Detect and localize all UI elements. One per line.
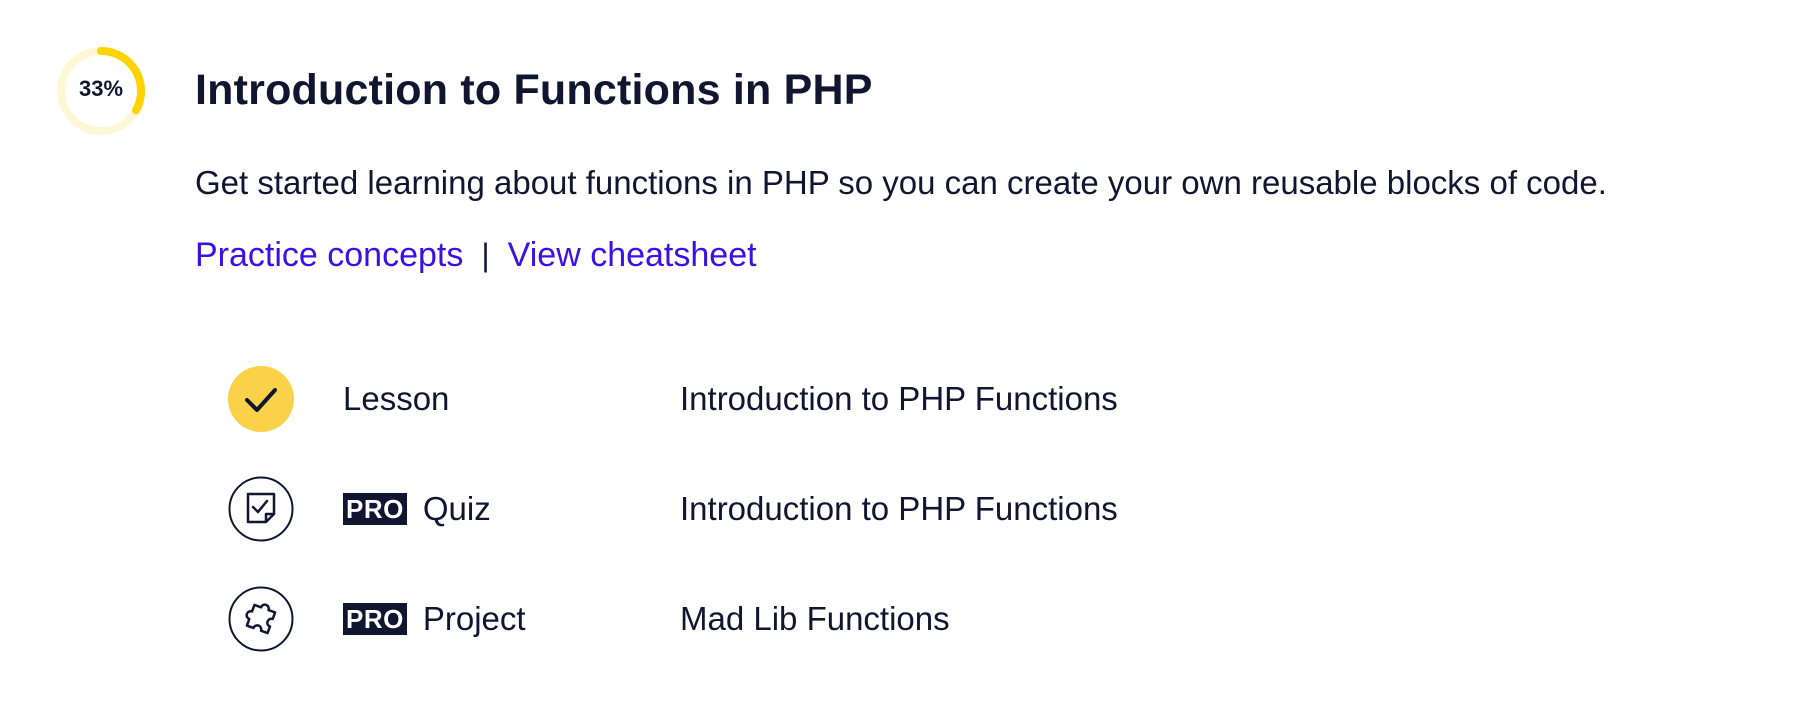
module-links: Practice concepts | View cheatsheet — [195, 236, 757, 275]
module-title: Introduction to Functions in PHP — [195, 66, 873, 114]
module-description: Get started learning about functions in … — [195, 164, 1607, 201]
view-cheatsheet-link[interactable]: View cheatsheet — [508, 236, 757, 275]
practice-concepts-link[interactable]: Practice concepts — [195, 236, 463, 275]
progress-ring: 33% — [56, 46, 146, 136]
item-type-label: Quiz — [422, 490, 491, 527]
item-type-label: Project — [422, 600, 526, 637]
puzzle-icon — [228, 586, 294, 652]
progress-percent: 33% — [78, 76, 124, 101]
pro-badge: PRO — [343, 493, 407, 525]
item-title: Introduction to PHP Functions — [680, 490, 1118, 527]
content-item-lesson[interactable]: Lesson Introduction to PHP Functions — [228, 366, 1628, 432]
quiz-icon — [228, 476, 294, 542]
item-type: PRO Project — [343, 586, 526, 652]
checkmark-icon — [228, 366, 294, 432]
module-card: 33% Introduction to Functions in PHP Get… — [0, 0, 1814, 712]
item-type-label: Lesson — [343, 380, 450, 417]
item-type: Lesson — [343, 366, 449, 432]
content-item-project[interactable]: PRO Project Mad Lib Functions — [228, 586, 1628, 652]
content-item-quiz[interactable]: PRO Quiz Introduction to PHP Functions — [228, 476, 1628, 542]
item-title: Mad Lib Functions — [680, 600, 950, 637]
link-separator: | — [481, 237, 490, 273]
item-title: Introduction to PHP Functions — [680, 380, 1118, 417]
item-type: PRO Quiz — [343, 476, 491, 542]
pro-badge: PRO — [343, 603, 407, 635]
